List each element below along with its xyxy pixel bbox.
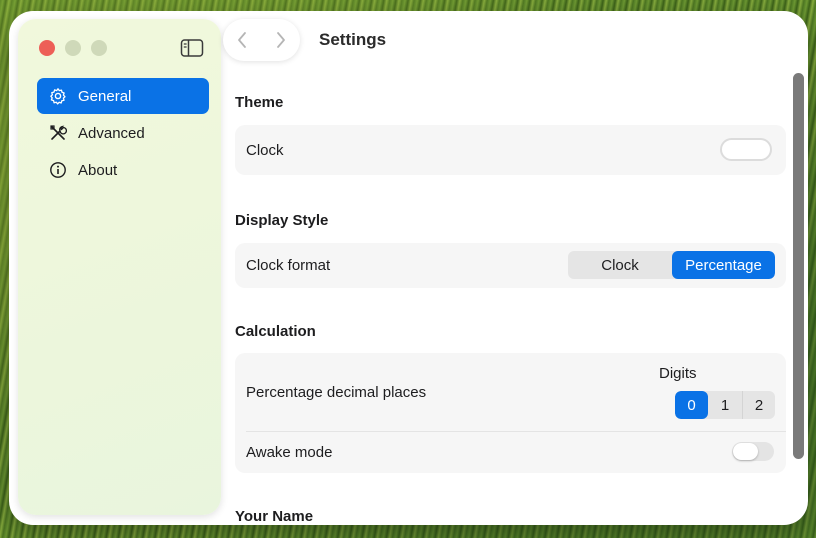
tools-icon [49, 124, 67, 142]
chevron-right-icon [276, 32, 285, 48]
awake-mode-row: Awake mode [235, 431, 786, 473]
forward-button[interactable] [266, 25, 296, 55]
gear-icon [49, 87, 67, 105]
sidebar-nav: General Advanced About [37, 78, 209, 189]
awake-mode-toggle[interactable] [732, 442, 774, 461]
calculation-card: Percentage decimal places Digits 0 1 2 A… [235, 353, 786, 473]
digits-option-2[interactable]: 2 [742, 391, 775, 419]
sidebar-item-about[interactable]: About [37, 152, 209, 188]
section-title-theme: Theme [235, 94, 284, 111]
theme-card: Clock [235, 125, 786, 175]
back-button[interactable] [227, 25, 257, 55]
clock-row: Clock [235, 125, 786, 175]
awake-mode-label: Awake mode [246, 443, 333, 461]
settings-window: General Advanced About Settings Theme Cl… [9, 11, 808, 525]
section-title-your-name: Your Name [235, 508, 314, 525]
section-title-display-style: Display Style [235, 212, 329, 229]
sidebar-item-label: About [78, 161, 118, 179]
clock-format-row: Clock format Clock Percentage [235, 243, 786, 288]
clock-format-option-clock[interactable]: Clock [568, 251, 672, 279]
digits-option-1[interactable]: 1 [708, 391, 742, 419]
decimal-places-row: Percentage decimal places Digits 0 1 2 [235, 353, 786, 431]
chevron-left-icon [238, 32, 247, 48]
settings-content: Theme Clock Display Style Clock format C… [235, 81, 786, 525]
sidebar-item-general[interactable]: General [37, 78, 209, 114]
clock-label: Clock [246, 141, 284, 159]
sidebar-item-advanced[interactable]: Advanced [37, 115, 209, 151]
sidebar: General Advanced About [18, 19, 221, 515]
section-title-calculation: Calculation [235, 323, 316, 340]
clock-format-label: Clock format [246, 257, 331, 274]
decimal-places-label: Percentage decimal places [246, 383, 427, 401]
vertical-scrollbar[interactable] [793, 73, 804, 459]
digits-label: Digits [659, 365, 697, 382]
window-title: Settings [319, 30, 387, 49]
sidebar-item-label: Advanced [78, 124, 145, 142]
digits-segmented-control: 0 1 2 [675, 391, 775, 419]
minimize-window-button[interactable] [65, 40, 81, 56]
clock-format-segmented-control: Clock Percentage [568, 251, 775, 279]
sidebar-toggle-icon[interactable] [180, 38, 204, 58]
sidebar-item-label: General [78, 87, 132, 105]
clock-format-option-percentage[interactable]: Percentage [672, 251, 775, 279]
navigation-buttons [223, 19, 300, 61]
display-style-card: Clock format Clock Percentage [235, 243, 786, 288]
info-icon [49, 161, 67, 179]
clock-toggle[interactable] [720, 138, 772, 161]
digits-option-0[interactable]: 0 [675, 391, 708, 419]
zoom-window-button[interactable] [91, 40, 107, 56]
close-window-button[interactable] [39, 40, 55, 56]
